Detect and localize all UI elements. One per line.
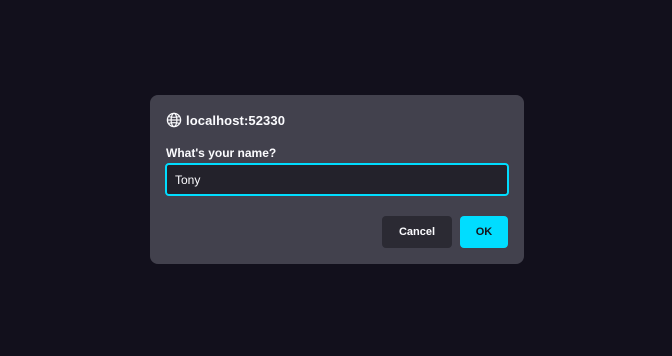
- ok-button[interactable]: OK: [460, 216, 508, 248]
- prompt-dialog: localhost:52330 What's your name? Cancel…: [150, 95, 524, 264]
- name-input[interactable]: [165, 163, 509, 196]
- page-backdrop: localhost:52330 What's your name? Cancel…: [0, 0, 672, 356]
- dialog-message: What's your name?: [166, 146, 277, 160]
- dialog-origin-text: localhost:52330: [186, 112, 286, 128]
- cancel-button[interactable]: Cancel: [382, 216, 452, 248]
- globe-icon: [166, 112, 182, 128]
- dialog-origin: localhost:52330: [166, 111, 285, 129]
